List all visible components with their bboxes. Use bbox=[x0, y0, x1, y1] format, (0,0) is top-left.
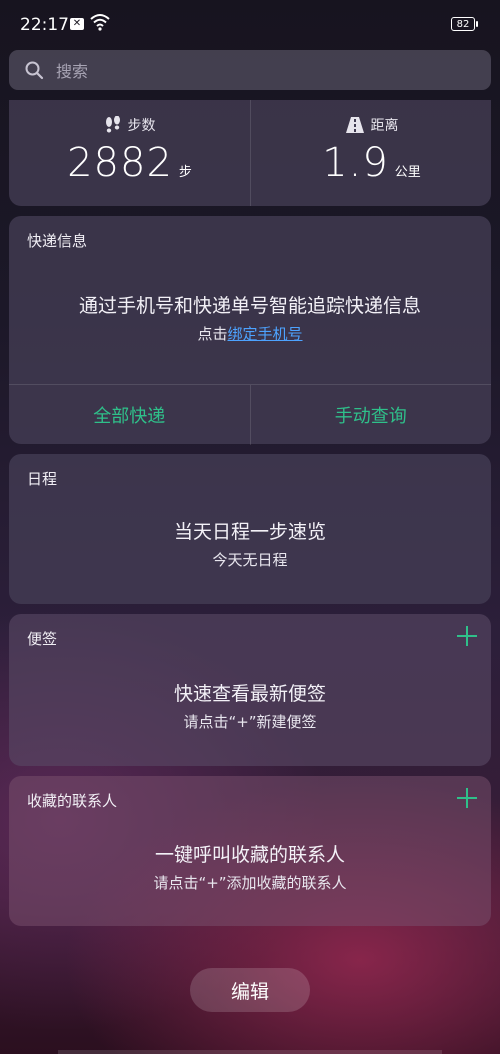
contacts-main-text: 一键呼叫收藏的联系人 bbox=[154, 844, 345, 866]
steps-value-row: 2882 步 bbox=[9, 140, 250, 186]
schedule-main-text: 当天日程一步速览 bbox=[173, 521, 326, 543]
search-bar[interactable]: 搜索 bbox=[9, 50, 491, 90]
status-bar: 22:17 ✕ 82 bbox=[0, 0, 500, 48]
footsteps-icon bbox=[105, 116, 120, 133]
memo-card[interactable]: 便签 快速查看最新便签 请点击“+”新建便签 bbox=[9, 614, 491, 766]
favorite-contacts-card[interactable]: 收藏的联系人 一键呼叫收藏的联系人 请点击“+”添加收藏的联系人 bbox=[9, 776, 491, 926]
battery-icon: 82 bbox=[451, 17, 475, 31]
steps-card[interactable]: 步数 2882 步 距离 1.9 公里 bbox=[9, 100, 491, 206]
wifi-icon bbox=[90, 14, 110, 31]
distance-label-row: 距离 bbox=[251, 115, 492, 135]
schedule-title: 日程 bbox=[27, 470, 58, 488]
distance-label: 距离 bbox=[370, 118, 399, 134]
express-sub-prefix: 点击 bbox=[197, 325, 228, 343]
battery-tip bbox=[476, 21, 478, 27]
add-memo-plus-icon[interactable] bbox=[457, 626, 477, 646]
express-card: 快递信息 通过手机号和快递单号智能追踪快递信息 点击绑定手机号 全部快递 手动查… bbox=[9, 216, 491, 445]
steps-unit: 步 bbox=[178, 165, 192, 180]
memo-sub-text: 请点击“+”新建便签 bbox=[183, 713, 317, 731]
express-description: 通过手机号和快递单号智能追踪快递信息 bbox=[78, 295, 421, 317]
add-contact-plus-icon[interactable] bbox=[457, 788, 477, 808]
status-time: 22:17 bbox=[20, 15, 69, 35]
memo-main-text: 快速查看最新便签 bbox=[173, 683, 326, 705]
contacts-title: 收藏的联系人 bbox=[27, 792, 118, 810]
edit-button[interactable]: 编辑 bbox=[190, 968, 310, 1012]
express-actions: 全部快递 手动查询 bbox=[9, 384, 491, 445]
schedule-card[interactable]: 日程 当天日程一步速览 今天无日程 bbox=[9, 454, 491, 604]
search-placeholder: 搜索 bbox=[56, 62, 89, 81]
distance-value-row: 1.9 公里 bbox=[251, 140, 492, 186]
steps-count: 2882 bbox=[67, 140, 173, 186]
search-icon bbox=[25, 61, 44, 80]
distance-value: 1.9 bbox=[322, 140, 389, 186]
notification-icon: ✕ bbox=[70, 18, 84, 30]
distance-unit: 公里 bbox=[394, 165, 421, 180]
express-subtext: 点击绑定手机号 bbox=[9, 323, 491, 344]
manual-query-button[interactable]: 手动查询 bbox=[249, 385, 492, 445]
express-title: 快递信息 bbox=[27, 232, 88, 250]
memo-title: 便签 bbox=[27, 630, 58, 648]
steps-label-row: 步数 bbox=[9, 115, 250, 135]
steps-column: 步数 2882 步 bbox=[9, 100, 250, 206]
steps-label: 步数 bbox=[127, 118, 156, 134]
contacts-sub-text: 请点击“+”添加收藏的联系人 bbox=[153, 874, 347, 892]
bind-phone-link[interactable]: 绑定手机号 bbox=[228, 325, 303, 343]
schedule-sub-text: 今天无日程 bbox=[212, 551, 288, 569]
bottom-nav-indicator bbox=[58, 1050, 442, 1054]
all-express-button[interactable]: 全部快递 bbox=[9, 385, 250, 445]
road-icon bbox=[345, 117, 364, 133]
distance-column: 距离 1.9 公里 bbox=[250, 100, 492, 206]
